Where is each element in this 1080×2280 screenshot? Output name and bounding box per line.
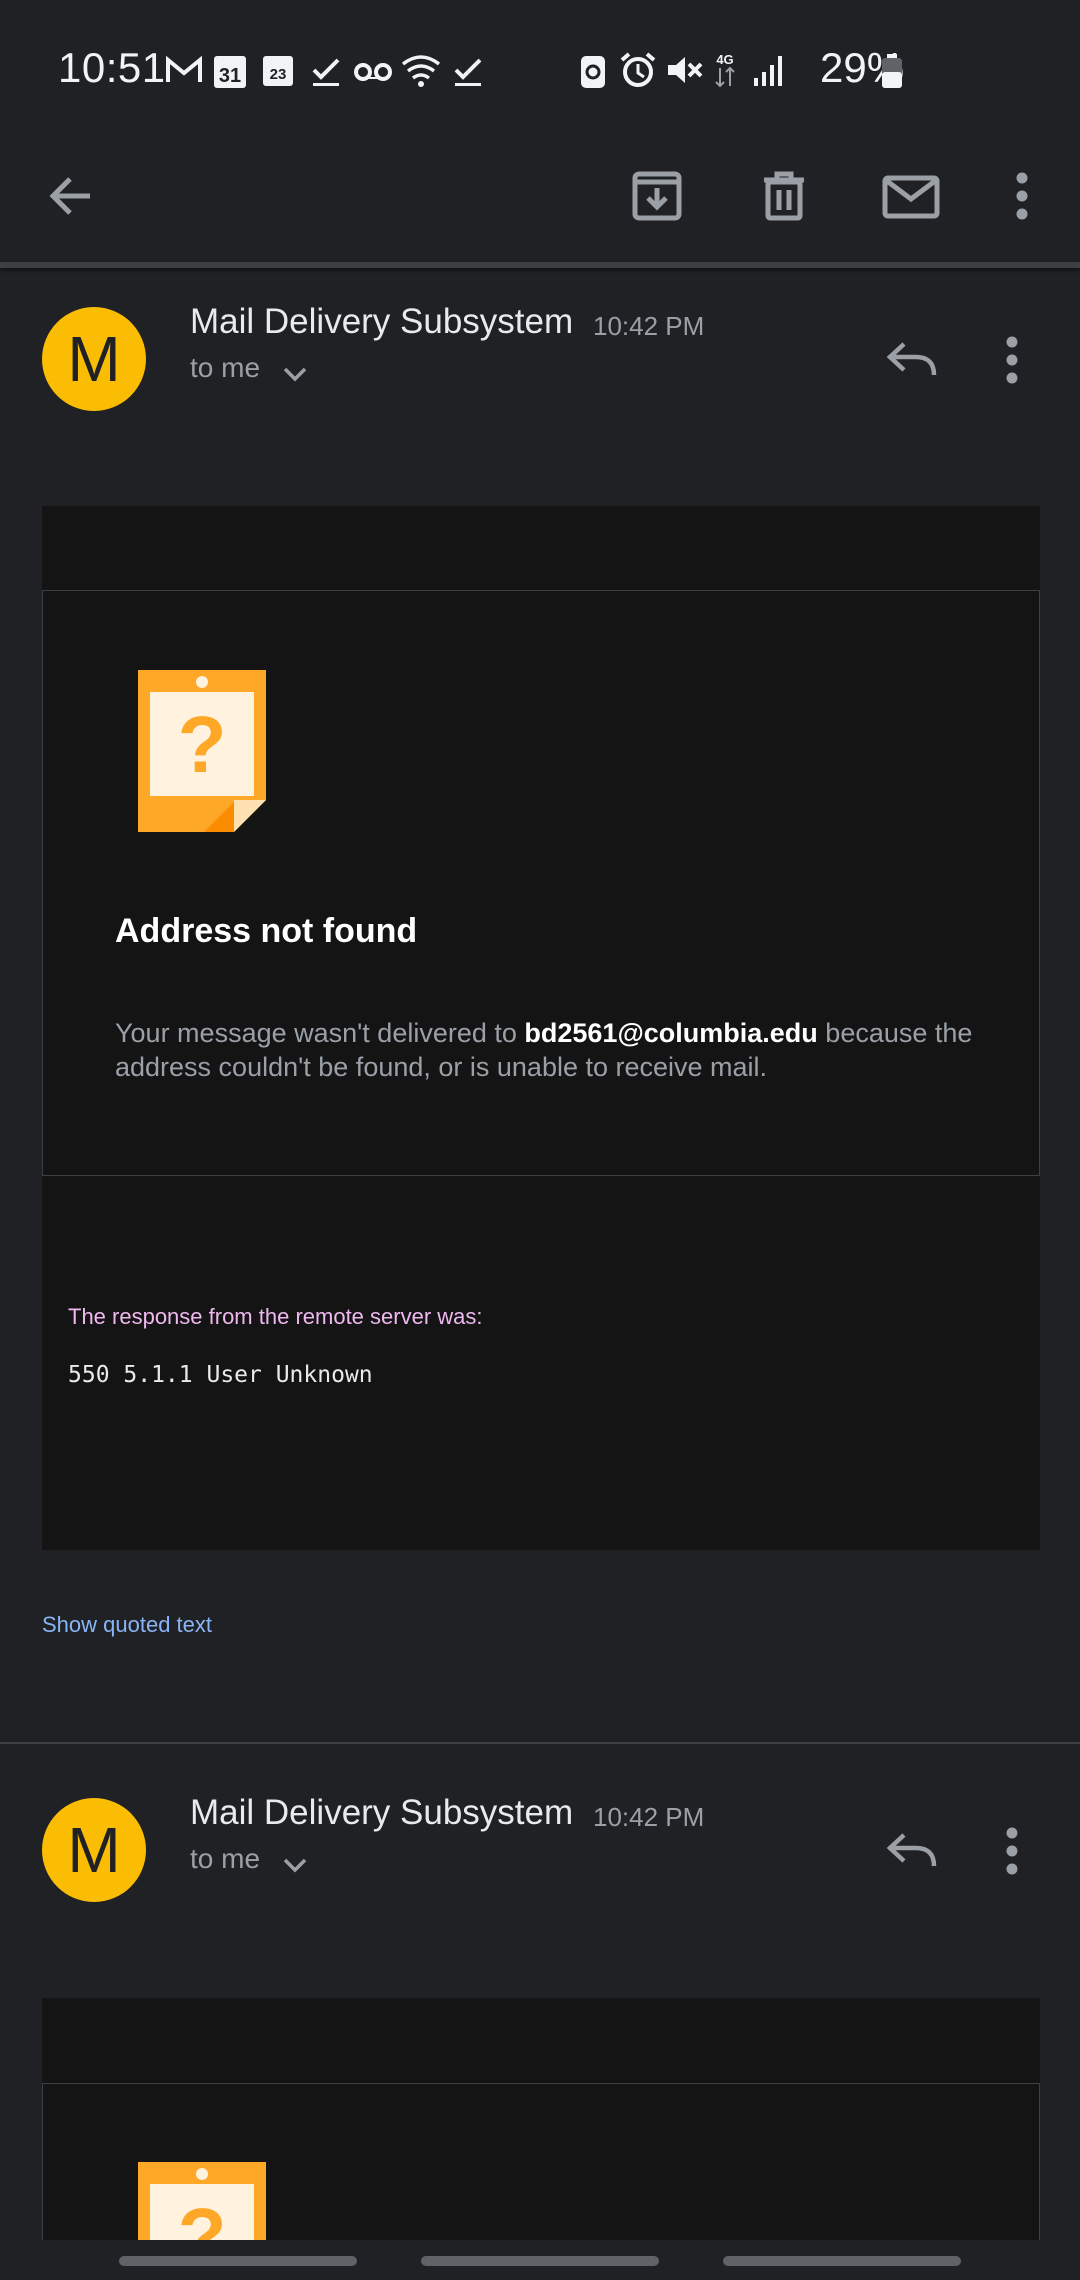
check-icon — [312, 58, 340, 86]
calendar-23-icon: 23 — [263, 56, 293, 86]
bounce-heading: Address not found — [115, 912, 418, 950]
reply-icon — [886, 342, 937, 376]
avatar[interactable]: M — [42, 307, 146, 411]
warning-document-icon: ? — [138, 2162, 266, 2240]
mark-unread-button[interactable] — [863, 148, 959, 244]
show-quoted-text-link[interactable]: Show quoted text — [42, 1612, 212, 1638]
bounce-description: Your message wasn't delivered to bd2561@… — [115, 1016, 995, 1084]
alarm-icon — [620, 52, 656, 87]
reply-button[interactable] — [872, 320, 952, 400]
recipient-email: bd2561@columbia.edu — [524, 1018, 818, 1048]
chevron-down-icon — [283, 367, 307, 382]
recipient-label: to me — [190, 1843, 261, 1874]
recycle-icon — [581, 56, 605, 88]
svg-text:23: 23 — [270, 66, 287, 83]
reply-button[interactable] — [872, 1811, 952, 1891]
mark-unread-icon — [882, 175, 940, 219]
sender-name: Mail Delivery Subsystem — [190, 302, 574, 341]
server-response-code: 550 5.1.1 User Unknown — [68, 1362, 373, 1388]
warning-document-icon: ? — [138, 670, 266, 832]
recipient-toggle[interactable]: to me — [190, 1843, 308, 1875]
nav-pill[interactable] — [723, 2256, 961, 2266]
svg-text:?: ? — [178, 700, 227, 789]
wifi-icon — [401, 55, 441, 87]
archive-button[interactable] — [609, 148, 705, 244]
chevron-down-icon — [283, 1858, 307, 1873]
4g-icon: 4G — [715, 52, 735, 88]
message-more-button[interactable] — [982, 320, 1042, 400]
delete-button[interactable] — [736, 148, 832, 244]
voicemail-icon — [354, 63, 392, 81]
more-vert-icon — [1006, 1827, 1018, 1875]
check-icon — [454, 58, 482, 86]
more-options-button[interactable] — [974, 148, 1070, 244]
svg-text:?: ? — [178, 2192, 227, 2240]
mute-icon — [668, 57, 703, 83]
svg-text:31: 31 — [219, 65, 241, 87]
reply-icon — [886, 1833, 937, 1867]
message-divider — [0, 1742, 1080, 1744]
message-time: 10:42 PM — [593, 311, 705, 341]
svg-text:4G: 4G — [716, 52, 733, 67]
recipient-toggle[interactable]: to me — [190, 352, 308, 384]
nav-pill[interactable] — [421, 2256, 659, 2266]
recipient-label: to me — [190, 352, 261, 383]
status-time: 10:51 — [58, 44, 166, 91]
nav-pill[interactable] — [119, 2256, 357, 2266]
calendar-31-icon: 31 — [214, 56, 246, 88]
avatar[interactable]: M — [42, 1798, 146, 1902]
message-time: 10:42 PM — [593, 1802, 705, 1832]
more-vert-icon — [1016, 172, 1028, 220]
toolbar-divider — [0, 262, 1080, 268]
message-more-button[interactable] — [982, 1811, 1042, 1891]
server-response-label: The response from the remote server was: — [68, 1304, 483, 1329]
sender-name: Mail Delivery Subsystem — [190, 1793, 574, 1832]
back-button[interactable] — [22, 148, 118, 244]
back-arrow-icon — [49, 177, 90, 215]
signal-icon — [754, 56, 782, 86]
battery-icon — [882, 54, 902, 88]
more-vert-icon — [1006, 336, 1018, 384]
delete-icon — [764, 171, 804, 221]
description-text: Your message wasn't delivered to — [115, 1018, 525, 1048]
status-bar: 10:51 31 23 4G 29% — [0, 0, 1080, 140]
archive-icon — [632, 171, 682, 221]
gmail-icon — [166, 55, 202, 82]
